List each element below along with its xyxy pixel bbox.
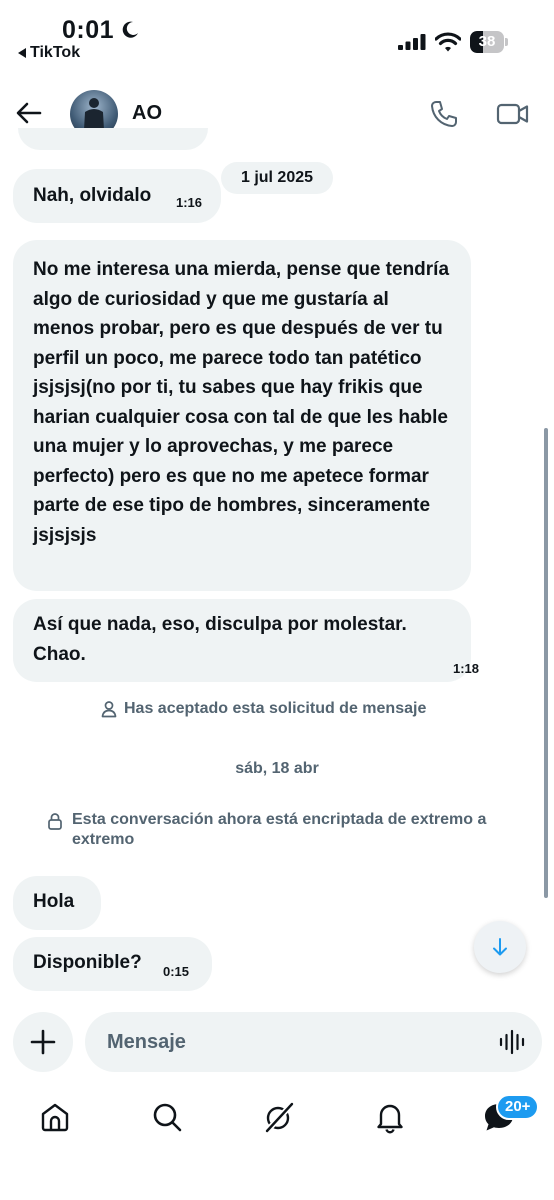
status-bar: 0:01 TikTok 38: [0, 0, 554, 68]
message-bubble[interactable]: Hola: [13, 876, 101, 930]
scroll-to-bottom-button[interactable]: [474, 921, 526, 973]
message-time: 1:16: [176, 195, 203, 210]
battery-level: 38: [478, 33, 496, 50]
date-separator: 1 jul 2025: [221, 162, 333, 194]
encryption-text: Esta conversación ahora está encriptada …: [72, 811, 487, 848]
messages-badge: 20+: [496, 1094, 540, 1120]
back-arrow-icon[interactable]: [14, 98, 44, 128]
message-time: 0:15: [163, 964, 190, 979]
message-text: No me interesa una mierda, pense que ten…: [33, 259, 450, 546]
wifi-icon: [435, 32, 461, 52]
search-icon[interactable]: [150, 1100, 184, 1134]
cellular-signal-icon: [398, 34, 426, 50]
lock-icon: [48, 813, 62, 830]
date-separator: sáb, 18 abr: [235, 760, 319, 777]
message-bubble[interactable]: Así que nada, eso, disculpa por molestar…: [13, 599, 479, 682]
plus-icon: [30, 1029, 56, 1055]
back-triangle-icon: [18, 48, 26, 58]
moon-icon: [122, 21, 138, 38]
message-text: Hola: [33, 891, 75, 912]
message-bubble-partial: [18, 128, 208, 150]
phone-icon[interactable]: [428, 98, 460, 130]
grok-icon[interactable]: [262, 1100, 296, 1134]
arrow-down-icon: [493, 938, 507, 956]
back-app-label: TikTok: [30, 44, 81, 61]
request-accepted-text: Has aceptado esta solicitud de mensaje: [124, 700, 427, 717]
video-call-icon[interactable]: [496, 98, 530, 130]
scrollbar[interactable]: [544, 428, 548, 898]
message-text: Disponible?: [33, 952, 142, 973]
request-accepted-note: Has aceptado esta solicitud de mensaje: [100, 700, 426, 718]
battery-indicator: 38: [470, 31, 508, 53]
message-bubble[interactable]: Nah, olvidalo 1:16: [13, 169, 221, 223]
message-text: Así que nada, eso, disculpa por molestar…: [33, 614, 407, 665]
message-bubble[interactable]: Disponible? 0:15: [13, 937, 212, 991]
voice-message-icon[interactable]: [498, 1028, 526, 1056]
bottom-tab-bar: [0, 1090, 554, 1150]
back-to-app[interactable]: TikTok: [18, 44, 80, 62]
message-time: 1:18: [453, 661, 480, 676]
encryption-note: Esta conversación ahora está encriptada …: [46, 810, 516, 850]
add-attachment-button[interactable]: [13, 1012, 73, 1072]
home-icon[interactable]: [38, 1100, 72, 1134]
message-bubble[interactable]: No me interesa una mierda, pense que ten…: [13, 240, 471, 591]
status-time: 0:01: [62, 16, 115, 44]
message-input[interactable]: [85, 1012, 542, 1072]
contact-name[interactable]: AO: [132, 102, 162, 125]
person-icon: [101, 701, 117, 718]
message-text: Nah, olvidalo: [33, 185, 152, 206]
notifications-bell-icon[interactable]: [373, 1100, 407, 1134]
